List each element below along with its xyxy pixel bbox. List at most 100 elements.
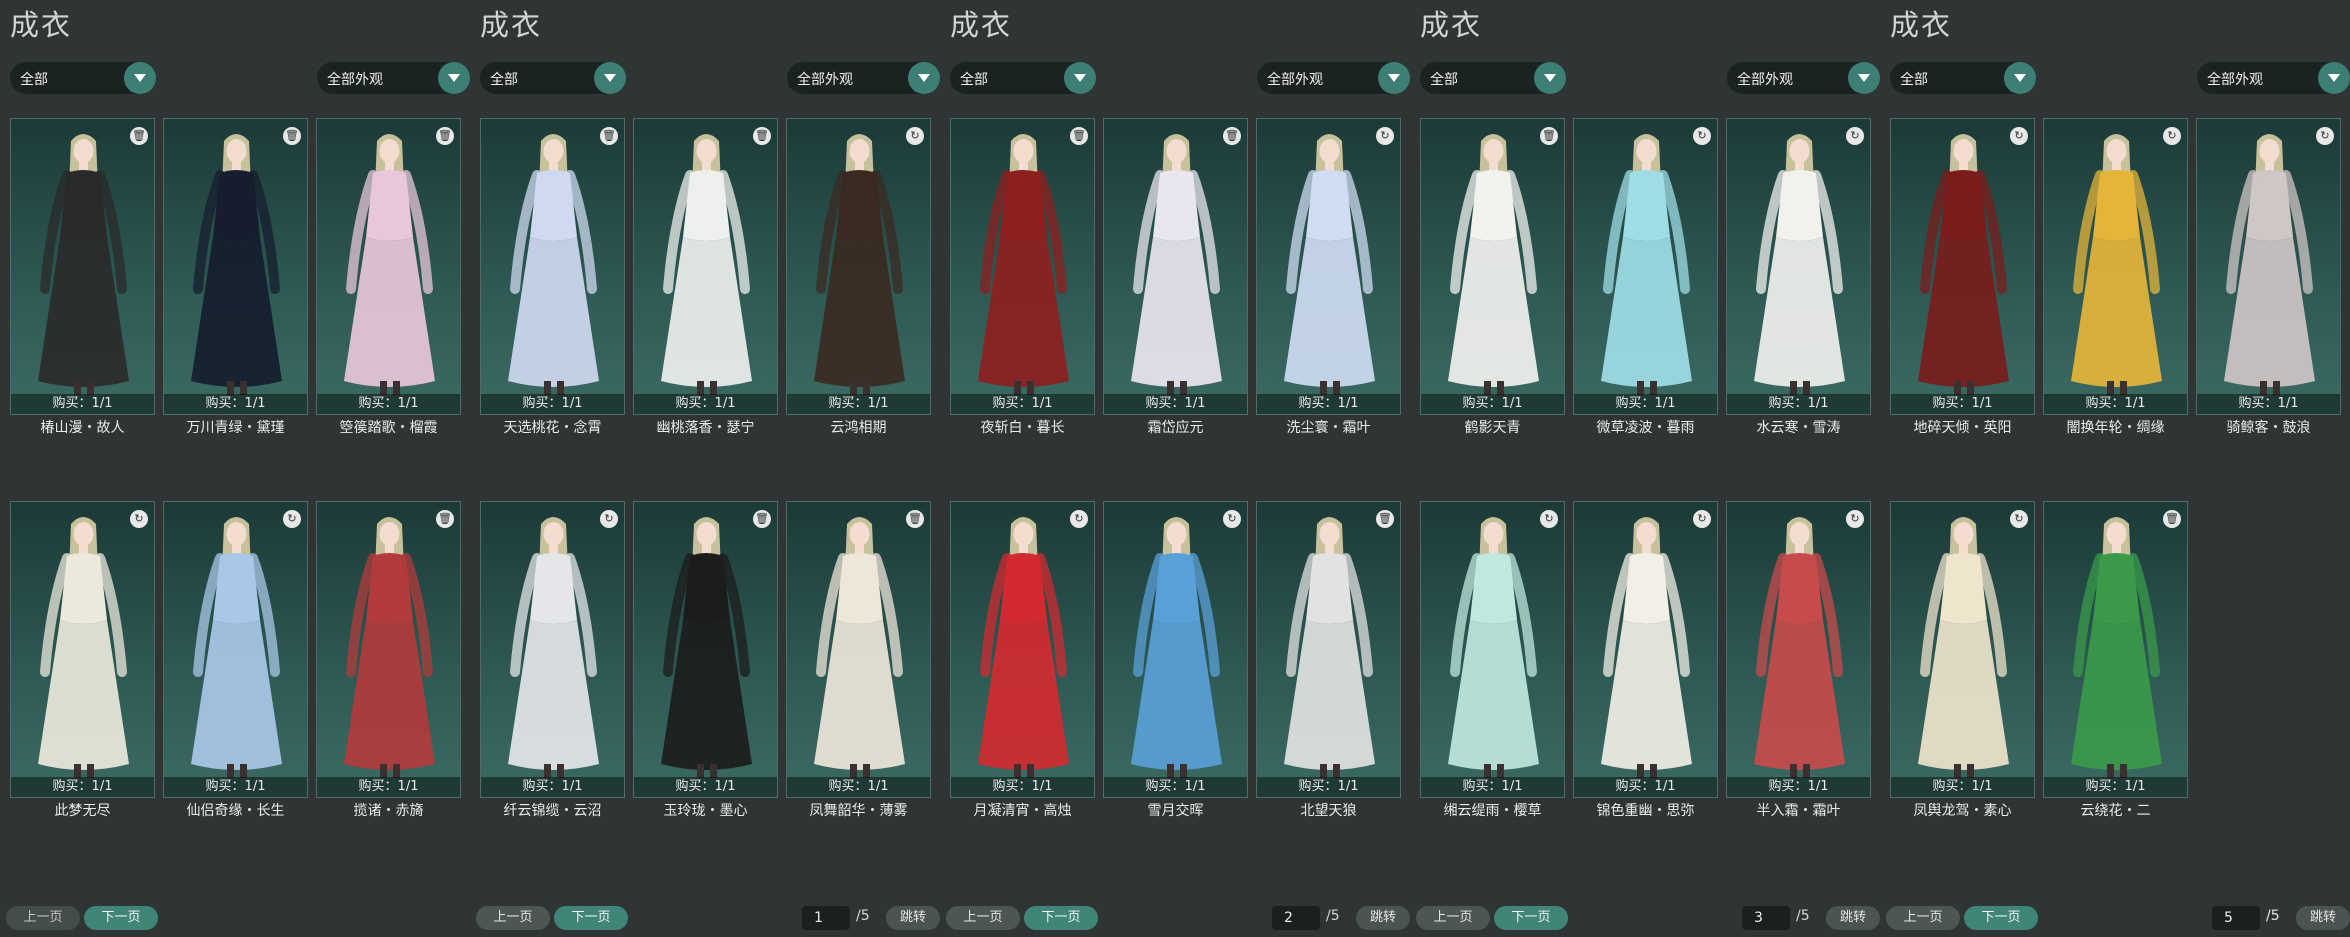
- outfit-card[interactable]: 🗑 购买：1/1 云绕花・二: [2043, 501, 2188, 819]
- appearance-filter-dropdown[interactable]: 全部外观: [787, 62, 940, 94]
- refresh-icon[interactable]: ↻: [2316, 127, 2334, 145]
- outfit-preview[interactable]: 🗑 购买：1/1: [316, 118, 461, 415]
- outfit-card[interactable]: 🗑 购买：1/1 鹤影天青: [1420, 118, 1565, 436]
- outfit-card[interactable]: 🗑 购买：1/1 箜篌踏歌・榴霞: [316, 118, 461, 436]
- refresh-icon[interactable]: ↻: [1846, 510, 1864, 528]
- refresh-icon[interactable]: ↻: [2010, 510, 2028, 528]
- outfit-preview[interactable]: ↻ 购买：1/1: [950, 501, 1095, 798]
- outfit-preview[interactable]: 🗑 购买：1/1: [1256, 501, 1401, 798]
- trash-icon[interactable]: 🗑: [1540, 127, 1558, 145]
- outfit-preview[interactable]: 🗑 购买：1/1: [950, 118, 1095, 415]
- outfit-card[interactable]: 🗑 购买：1/1 凤舞韶华・薄雾: [786, 501, 931, 819]
- chevron-down-icon[interactable]: [908, 62, 940, 94]
- refresh-icon[interactable]: ↻: [906, 127, 924, 145]
- outfit-preview[interactable]: ↻ 购买：1/1: [2043, 118, 2188, 415]
- outfit-preview[interactable]: ↻ 购买：1/1: [1890, 118, 2035, 415]
- outfit-preview[interactable]: ↻ 购买：1/1: [480, 501, 625, 798]
- refresh-icon[interactable]: ↻: [130, 510, 148, 528]
- category-filter-dropdown[interactable]: 全部: [1890, 62, 2036, 94]
- appearance-filter-dropdown[interactable]: 全部外观: [317, 62, 470, 94]
- jump-button[interactable]: 跳转: [1356, 906, 1410, 930]
- category-filter-dropdown[interactable]: 全部: [10, 62, 156, 94]
- outfit-preview[interactable]: ↻ 购买：1/1: [2196, 118, 2341, 415]
- outfit-card[interactable]: 🗑 购买：1/1 椿山漫・故人: [10, 118, 155, 436]
- chevron-down-icon[interactable]: [1534, 62, 1566, 94]
- trash-icon[interactable]: 🗑: [436, 510, 454, 528]
- refresh-icon[interactable]: ↻: [1376, 127, 1394, 145]
- trash-icon[interactable]: 🗑: [753, 127, 771, 145]
- jump-button[interactable]: 跳转: [886, 906, 940, 930]
- trash-icon[interactable]: 🗑: [436, 127, 454, 145]
- trash-icon[interactable]: 🗑: [600, 127, 618, 145]
- outfit-card[interactable]: ↻ 购买：1/1 云鸿相期: [786, 118, 931, 436]
- refresh-icon[interactable]: ↻: [2010, 127, 2028, 145]
- chevron-down-icon[interactable]: [438, 62, 470, 94]
- outfit-card[interactable]: ↻ 购买：1/1 半入霜・霜叶: [1726, 501, 1871, 819]
- outfit-preview[interactable]: 🗑 购买：1/1: [1420, 118, 1565, 415]
- trash-icon[interactable]: 🗑: [1070, 127, 1088, 145]
- chevron-down-icon[interactable]: [1064, 62, 1096, 94]
- outfit-preview[interactable]: 🗑 购买：1/1: [786, 501, 931, 798]
- outfit-card[interactable]: ↻ 购买：1/1 凤舆龙驾・素心: [1890, 501, 2035, 819]
- jump-button[interactable]: 跳转: [1826, 906, 1880, 930]
- refresh-icon[interactable]: ↻: [1223, 510, 1241, 528]
- outfit-card[interactable]: 🗑 购买：1/1 万川青绿・黛瑾: [163, 118, 308, 436]
- outfit-card[interactable]: ↻ 购买：1/1 水云寒・雪涛: [1726, 118, 1871, 436]
- outfit-preview[interactable]: 🗑 购买：1/1: [2043, 501, 2188, 798]
- page-number-input[interactable]: 1: [802, 906, 850, 930]
- outfit-card[interactable]: ↻ 购买：1/1 锦色重幽・思弥: [1573, 501, 1718, 819]
- prev-page-button[interactable]: 上一页: [946, 906, 1020, 930]
- outfit-card[interactable]: 🗑 购买：1/1 揽诸・赤旖: [316, 501, 461, 819]
- page-number-input[interactable]: 2: [1272, 906, 1320, 930]
- prev-page-button[interactable]: 上一页: [1416, 906, 1490, 930]
- outfit-card[interactable]: 🗑 购买：1/1 霜岱应元: [1103, 118, 1248, 436]
- page-number-input[interactable]: 5: [2212, 906, 2260, 930]
- outfit-preview[interactable]: 🗑 购买：1/1: [633, 118, 778, 415]
- page-number-input[interactable]: 3: [1742, 906, 1790, 930]
- outfit-card[interactable]: ↻ 购买：1/1 雪月交晖: [1103, 501, 1248, 819]
- outfit-card[interactable]: ↻ 购买：1/1 地碎天倾・英阳: [1890, 118, 2035, 436]
- outfit-card[interactable]: ↻ 购买：1/1 月凝清宵・高烛: [950, 501, 1095, 819]
- refresh-icon[interactable]: ↻: [1540, 510, 1558, 528]
- outfit-card[interactable]: ↻ 购买：1/1 骑鲸客・鼓浪: [2196, 118, 2341, 436]
- next-page-button[interactable]: 下一页: [1494, 906, 1568, 930]
- refresh-icon[interactable]: ↻: [283, 510, 301, 528]
- outfit-preview[interactable]: ↻ 购买：1/1: [1726, 501, 1871, 798]
- outfit-card[interactable]: ↻ 购买：1/1 缃云缇雨・樱草: [1420, 501, 1565, 819]
- trash-icon[interactable]: 🗑: [283, 127, 301, 145]
- outfit-preview[interactable]: ↻ 购买：1/1: [1573, 501, 1718, 798]
- outfit-preview[interactable]: 🗑 购买：1/1: [316, 501, 461, 798]
- chevron-down-icon[interactable]: [124, 62, 156, 94]
- outfit-preview[interactable]: ↻ 购买：1/1: [163, 501, 308, 798]
- outfit-preview[interactable]: 🗑 购买：1/1: [10, 118, 155, 415]
- category-filter-dropdown[interactable]: 全部: [480, 62, 626, 94]
- category-filter-dropdown[interactable]: 全部: [950, 62, 1096, 94]
- outfit-card[interactable]: ↻ 购买：1/1 仙侣奇缘・长生: [163, 501, 308, 819]
- refresh-icon[interactable]: ↻: [1693, 510, 1711, 528]
- outfit-card[interactable]: ↻ 购买：1/1 此梦无尽: [10, 501, 155, 819]
- trash-icon[interactable]: 🗑: [1223, 127, 1241, 145]
- trash-icon[interactable]: 🗑: [753, 510, 771, 528]
- outfit-preview[interactable]: 🗑 购买：1/1: [633, 501, 778, 798]
- refresh-icon[interactable]: ↻: [1070, 510, 1088, 528]
- refresh-icon[interactable]: ↻: [1846, 127, 1864, 145]
- refresh-icon[interactable]: ↻: [1693, 127, 1711, 145]
- next-page-button[interactable]: 下一页: [554, 906, 628, 930]
- chevron-down-icon[interactable]: [1378, 62, 1410, 94]
- next-page-button[interactable]: 下一页: [84, 906, 158, 930]
- refresh-icon[interactable]: ↻: [600, 510, 618, 528]
- chevron-down-icon[interactable]: [2318, 62, 2350, 94]
- outfit-preview[interactable]: 🗑 购买：1/1: [1103, 118, 1248, 415]
- outfit-card[interactable]: 🗑 购买：1/1 天选桃花・念霄: [480, 118, 625, 436]
- prev-page-button[interactable]: 上一页: [476, 906, 550, 930]
- chevron-down-icon[interactable]: [594, 62, 626, 94]
- appearance-filter-dropdown[interactable]: 全部外观: [1257, 62, 1410, 94]
- outfit-preview[interactable]: 🗑 购买：1/1: [163, 118, 308, 415]
- appearance-filter-dropdown[interactable]: 全部外观: [1727, 62, 1880, 94]
- outfit-preview[interactable]: ↻ 购买：1/1: [1103, 501, 1248, 798]
- outfit-preview[interactable]: ↻ 购买：1/1: [786, 118, 931, 415]
- outfit-preview[interactable]: ↻ 购买：1/1: [1890, 501, 2035, 798]
- jump-button[interactable]: 跳转: [2296, 906, 2350, 930]
- outfit-card[interactable]: 🗑 购买：1/1 幽桃落香・瑟宁: [633, 118, 778, 436]
- outfit-card[interactable]: ↻ 购买：1/1 微草凌波・暮雨: [1573, 118, 1718, 436]
